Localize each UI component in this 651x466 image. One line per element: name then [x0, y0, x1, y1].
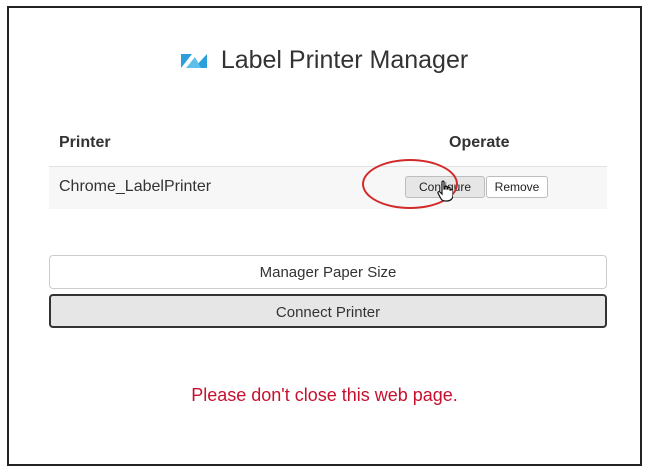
page-header: Label Printer Manager	[9, 46, 640, 75]
manager-paper-size-button[interactable]: Manager Paper Size	[49, 255, 607, 289]
table-header: Printer Operate	[49, 130, 607, 158]
label-printer-logo-icon	[180, 53, 207, 68]
hand-cursor-icon	[437, 180, 453, 202]
table-row: Chrome_LabelPrinter Configure Remove	[49, 166, 607, 209]
app-window: Label Printer Manager Printer Operate Ch…	[7, 6, 642, 466]
column-header-printer: Printer	[59, 134, 111, 151]
column-header-operate: Operate	[449, 134, 510, 151]
page-title: Label Printer Manager	[220, 46, 469, 74]
connect-printer-button[interactable]: Connect Printer	[49, 294, 607, 328]
printer-name: Chrome_LabelPrinter	[59, 178, 212, 195]
warning-message: Please don't close this web page.	[191, 385, 458, 405]
remove-button[interactable]: Remove	[486, 176, 548, 198]
